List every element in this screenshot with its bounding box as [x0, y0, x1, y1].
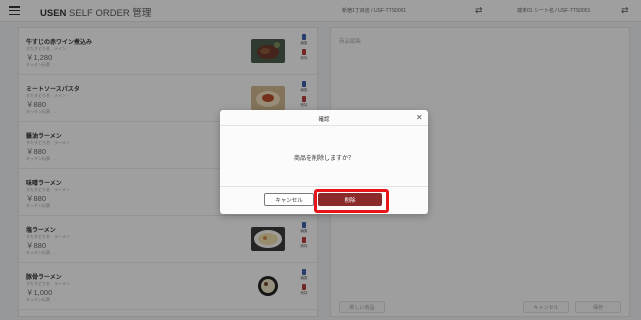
dialog-title: 確認	[318, 117, 330, 123]
close-icon[interactable]: ✕	[416, 113, 423, 122]
dialog-message: 商品を削除しますか？	[293, 156, 354, 162]
highlight-box	[314, 189, 389, 213]
divider	[220, 186, 428, 187]
divider	[220, 125, 428, 126]
cancel-button[interactable]: キャンセル	[264, 193, 314, 206]
